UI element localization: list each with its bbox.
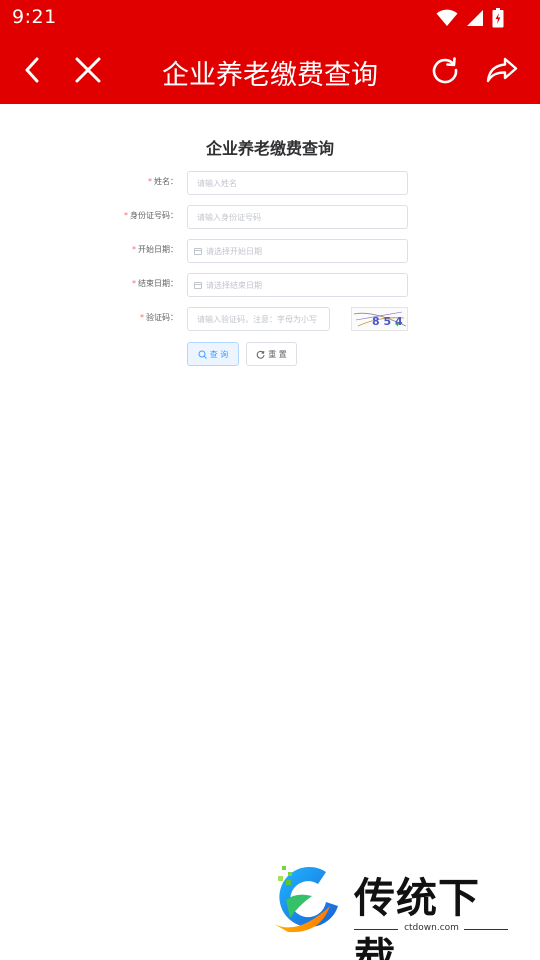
name-placeholder: 请输入姓名 <box>197 179 237 188</box>
calendar-icon <box>194 248 202 255</box>
captcha-input[interactable]: 请输入验证码，注意：字母为小写 <box>187 307 330 331</box>
battery-icon <box>492 8 504 28</box>
cell-signal-icon <box>467 10 483 26</box>
web-content: 企业养老缴费查询 * 姓名： 请输入姓名 * 身份证号码： 请输入身份证号码 * 开始… <box>0 104 540 960</box>
id-number-placeholder: 请输入身份证号码 <box>197 213 261 222</box>
start-date-label: 开始日期： <box>138 245 178 254</box>
captcha-placeholder: 请输入验证码，注意：字母为小写 <box>197 315 317 324</box>
id-number-input[interactable]: 请输入身份证号码 <box>187 205 408 229</box>
form-title: 企业养老缴费查询 <box>205 139 334 158</box>
required-mark: * <box>140 313 144 322</box>
refresh-icon <box>432 57 458 84</box>
svg-text:✦: ✦ <box>394 320 401 329</box>
watermark-logo <box>274 866 338 933</box>
captcha-text: 8 5 4 6 <box>372 315 408 328</box>
start-date-placeholder: 请选择开始日期 <box>206 247 262 256</box>
captcha-graphic: 8 5 4 6 ✦ <box>353 311 408 329</box>
form-row-end-date: * 结束日期： 请选择结束日期 <box>0 273 540 297</box>
refresh-button[interactable] <box>425 50 465 90</box>
refresh-icon <box>256 350 265 359</box>
search-icon <box>198 350 207 359</box>
share-button[interactable] <box>482 50 522 90</box>
status-time: 9:21 <box>12 6 57 28</box>
end-date-label: 结束日期： <box>138 279 178 288</box>
watermark-url: ctdown.com <box>404 923 459 933</box>
form-row-id-number: * 身份证号码： 请输入身份证号码 <box>0 205 540 229</box>
end-date-picker[interactable]: 请选择结束日期 <box>187 273 408 297</box>
id-number-label: 身份证号码： <box>130 211 178 220</box>
status-bar: 9:21 <box>0 0 540 36</box>
reset-button[interactable]: 重 置 <box>246 342 297 366</box>
name-label: 姓名： <box>154 177 178 186</box>
end-date-placeholder: 请选择结束日期 <box>206 281 262 290</box>
status-icons <box>436 7 504 29</box>
share-icon <box>486 57 518 83</box>
required-mark: * <box>132 279 136 288</box>
watermark: 传统下载 ctdown.com <box>268 862 518 960</box>
watermark-brand: 传统下载 <box>354 874 480 960</box>
captcha-label: 验证码： <box>146 313 178 322</box>
captcha-image[interactable]: 8 5 4 6 ✦ <box>351 307 408 331</box>
name-input[interactable]: 请输入姓名 <box>187 171 408 195</box>
required-mark: * <box>124 211 128 220</box>
required-mark: * <box>132 245 136 254</box>
form-row-name: * 姓名： 请输入姓名 <box>0 171 540 195</box>
app-header: 企业养老缴费查询 <box>0 36 540 104</box>
query-button-label: 查 询 <box>209 349 229 359</box>
wifi-icon <box>436 9 458 26</box>
reset-button-label: 重 置 <box>268 349 287 359</box>
form-row-captcha: *验证码： 请输入验证码，注意：字母为小写 8 5 4 6 ✦ <box>0 307 540 331</box>
calendar-icon <box>194 282 202 289</box>
query-button[interactable]: 查 询 <box>187 342 239 366</box>
required-mark: * <box>148 177 152 186</box>
form-row-start-date: * 开始日期： 请选择开始日期 <box>0 239 540 263</box>
start-date-picker[interactable]: 请选择开始日期 <box>187 239 408 263</box>
